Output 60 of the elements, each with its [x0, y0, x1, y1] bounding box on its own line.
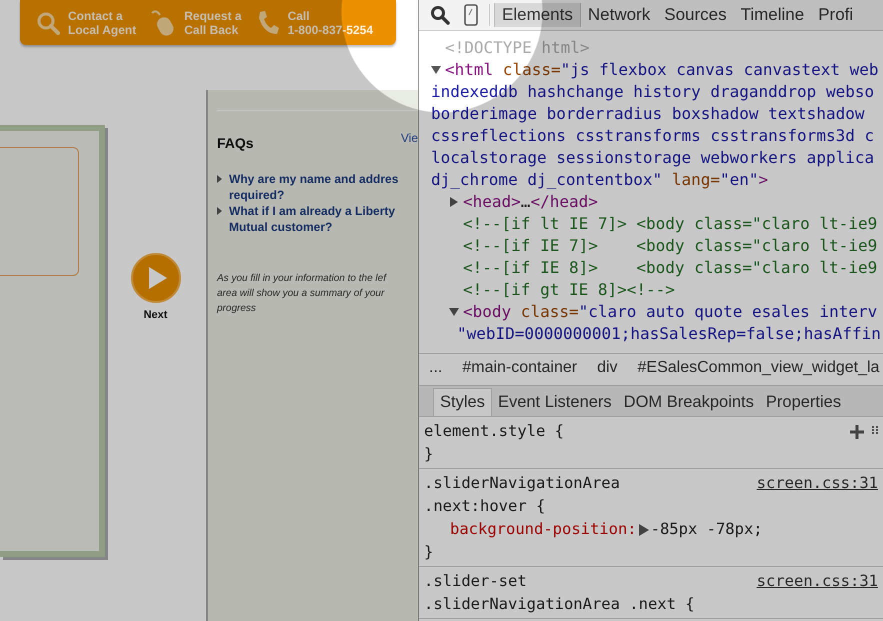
css-selector: element.style {	[424, 421, 564, 442]
css-value: -85px -78px;	[650, 519, 763, 540]
expand-arrow-icon[interactable]	[449, 197, 459, 207]
code-line: borderimage borderradius boxshadow textshadow	[431, 103, 866, 125]
breadcrumb[interactable]: div	[597, 358, 618, 376]
bullet-arrow-icon	[217, 175, 222, 183]
devtools-tab[interactable]: Network	[580, 3, 658, 27]
code-line: <!--[if gt IE 8]><!-->	[463, 279, 675, 301]
search-icon	[430, 5, 450, 25]
expand-arrow-icon[interactable]	[638, 524, 649, 536]
code-line: <html class="js flexbox canvas canvastext web	[445, 59, 878, 81]
closing-brace: }	[424, 542, 434, 563]
faq-title: FAQs	[217, 135, 254, 151]
devtools-tab[interactable]: Profi	[811, 3, 860, 27]
styles-tab[interactable]: Properties	[760, 388, 848, 416]
code-line: "webID=0000000001;hasSalesRep=false;hasAffin	[457, 323, 881, 345]
breadcrumb[interactable]: #ESalesCommon_view_widget_la	[638, 358, 880, 376]
code-line: <!--[if IE 7]> <body class="claro lt-ie9	[463, 235, 878, 257]
plus-icon[interactable]	[850, 425, 864, 439]
code-line: <!--[if IE 8]> <body class="claro lt-ie9	[463, 257, 878, 279]
faq-link[interactable]: What if I am already a Liberty	[229, 203, 396, 219]
code-line: <body class="claro auto quote esales interv	[463, 301, 878, 323]
devtools-tab[interactable]: Elements	[494, 3, 581, 27]
closing-brace: }	[424, 444, 434, 465]
source-link[interactable]: screen.css:31	[756, 472, 878, 495]
devtools-tab[interactable]: Timeline	[734, 3, 812, 27]
search-icon	[36, 10, 60, 34]
styles-tab[interactable]: Styles	[433, 388, 492, 416]
collapse-arrow-icon[interactable]	[449, 307, 459, 317]
next-label: Next	[144, 309, 168, 321]
breadcrumb[interactable]: ...	[429, 358, 442, 376]
faq-link[interactable]: Why are my name and addres	[229, 171, 398, 187]
summary-note: area will show you a summary of your	[217, 287, 386, 301]
css-property: background-position:	[450, 519, 637, 540]
breadcrumb[interactable]: #main-container	[462, 358, 578, 376]
phone-icon	[464, 4, 478, 26]
summary-note: As you fill in your information to the lef	[217, 272, 388, 286]
css-selector: .sliderNavigationArea .next {	[424, 594, 695, 615]
code-line: cssreflections csstransforms csstransforms3d c	[431, 125, 874, 147]
play-icon	[149, 267, 167, 289]
styles-tab[interactable]: DOM Breakpoints	[618, 388, 760, 416]
source-link[interactable]: screen.css:31	[756, 570, 878, 593]
styles-tab[interactable]: Event Listeners	[492, 388, 618, 416]
code-line: <!--[if lt IE 7]> <body class="claro lt-ie9	[463, 213, 878, 235]
collapse-arrow-icon[interactable]	[431, 65, 441, 75]
css-selector: .slider-set	[424, 571, 528, 592]
view-link[interactable]: Vie	[400, 131, 418, 145]
faq-link[interactable]: Mutual customer?	[229, 219, 396, 235]
css-selector: .sliderNavigationArea	[424, 473, 620, 494]
summary-note: progress	[217, 302, 257, 316]
bullet-arrow-icon	[217, 207, 222, 215]
devtools-tab[interactable]: Sources	[657, 3, 734, 27]
code-line: <head>…</head>	[463, 191, 598, 213]
code-line: dj_chrome dj_contentbox" lang="en">	[431, 169, 768, 191]
code-line: localstorage sessionstorage webworkers applica	[431, 147, 874, 169]
code-line: indexeddb hashchange history draganddrop webso	[431, 81, 874, 103]
css-selector: .next:hover {	[424, 496, 546, 517]
mouse-icon	[150, 8, 176, 36]
code-line: <!DOCTYPE html>	[445, 37, 590, 59]
faq-link[interactable]: required?	[229, 187, 398, 203]
